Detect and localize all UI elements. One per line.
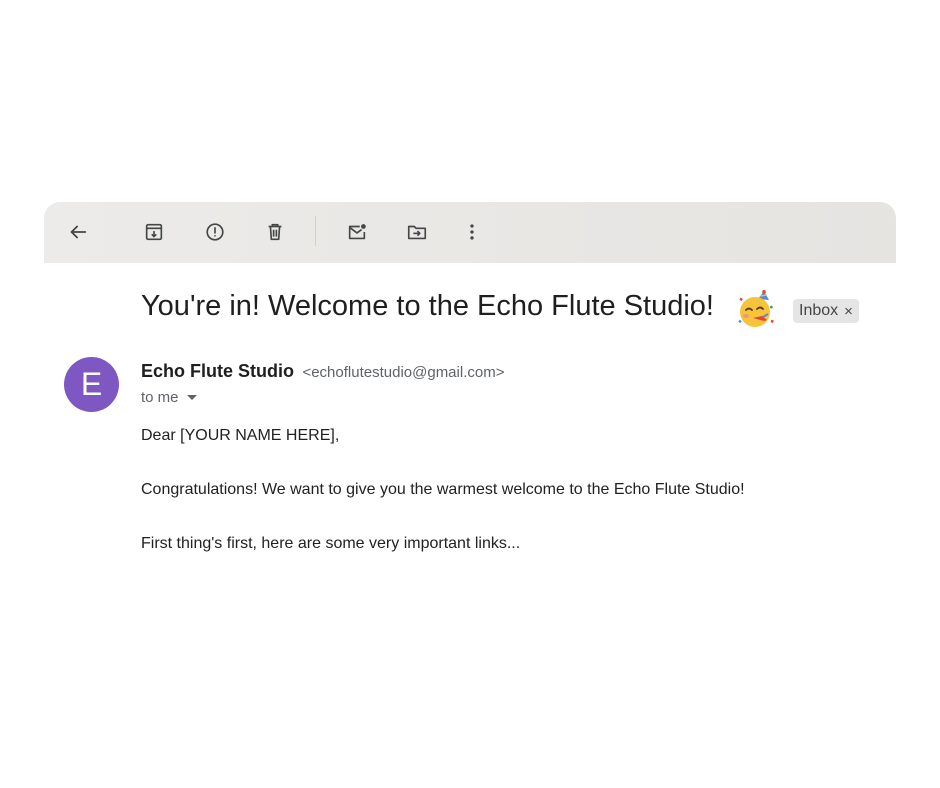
- sender-email: <echoflutestudio@gmail.com>: [302, 364, 505, 381]
- back-arrow-icon[interactable]: [64, 218, 92, 246]
- email-subject: You're in! Welcome to the Echo Flute Stu…: [141, 290, 714, 322]
- label-text: Inbox: [799, 302, 839, 319]
- email-body-paragraph: Congratulations! We want to give you the…: [141, 481, 745, 498]
- email-body-paragraph: First thing's first, here are some very …: [141, 535, 521, 552]
- email-toolbar: [44, 202, 896, 263]
- remove-label-button[interactable]: ×: [844, 303, 853, 320]
- move-to-icon[interactable]: [403, 218, 431, 246]
- more-options-icon[interactable]: [458, 218, 486, 246]
- delete-icon[interactable]: [261, 218, 289, 246]
- sender-name[interactable]: Echo Flute Studio: [141, 361, 294, 381]
- sender-info: Echo Flute Studio <echoflutestudio@gmail…: [141, 361, 504, 382]
- recipient-details-toggle[interactable]: to me: [141, 389, 197, 406]
- avatar-letter: E: [80, 366, 103, 402]
- archive-icon[interactable]: [140, 218, 168, 246]
- toolbar-divider: [315, 216, 316, 246]
- recipient-text: to me: [141, 389, 179, 406]
- chevron-down-icon: [186, 395, 197, 400]
- email-body-greeting: Dear [YOUR NAME HERE],: [141, 427, 340, 444]
- inbox-label-chip: Inbox ×: [793, 299, 859, 323]
- mark-unread-icon[interactable]: [343, 218, 371, 246]
- avatar[interactable]: E: [64, 357, 119, 412]
- partying-face-emoji-icon: [736, 290, 776, 330]
- report-spam-icon[interactable]: [201, 218, 229, 246]
